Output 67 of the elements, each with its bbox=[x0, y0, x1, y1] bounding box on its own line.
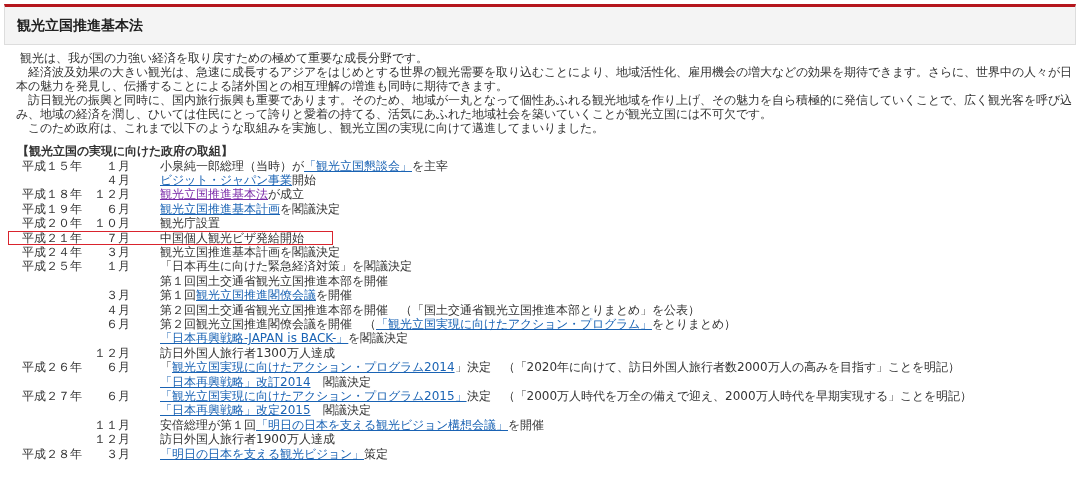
month-label: １月 bbox=[105, 159, 130, 173]
event-text: 第１回国土交通省観光立国推進本部を開催 bbox=[160, 274, 388, 288]
event-text: 第２回観光立国推進閣僚会議を開催 （「観光立国実現に向けたアクション・プログラム」をとりまとめ） bbox=[160, 318, 736, 331]
month-label: ６月 bbox=[105, 202, 130, 216]
event-link[interactable]: 「観光立国実現に向けたアクション・プログラム2015」 bbox=[160, 388, 467, 403]
event-text: 観光立国推進基本計画を閣議決定 bbox=[160, 246, 340, 260]
month-label: １月 bbox=[105, 260, 130, 274]
event-link[interactable]: 「観光立国懇談会」 bbox=[304, 158, 412, 173]
event-text: 観光立国推進基本法が成立 bbox=[160, 188, 304, 202]
event-link[interactable]: 「明日の日本を支える観光ビジョン構想会議」 bbox=[256, 417, 508, 432]
event-text: 安倍総理が第１回「明日の日本を支える観光ビジョン構想会議」を開催 bbox=[160, 418, 544, 432]
year-label: 平成１９年 bbox=[22, 202, 83, 216]
year-label: 平成２６年 bbox=[22, 361, 83, 375]
year-label: 平成２５年 bbox=[22, 260, 83, 274]
year-label: 平成２８年 bbox=[22, 447, 83, 461]
event-text: 訪日外国人旅行者1300万人達成 bbox=[160, 346, 335, 360]
month-label: ６月 bbox=[105, 389, 130, 403]
event-text: 小泉純一郎総理（当時）が「観光立国懇談会」を主宰 bbox=[160, 159, 448, 173]
event-text: 「日本再興戦略-JAPAN is BACK-」を閣議決定 bbox=[160, 332, 409, 346]
event-text: 「観光立国実現に向けたアクション・プログラム2014」決定 （「2020年に向けて、訪日外国人旅行者数2000万人の高みを目指す」ことを明記） bbox=[160, 361, 960, 375]
month-label: ６月 bbox=[105, 318, 130, 331]
month-label: １２月 bbox=[93, 433, 130, 447]
event-text: 第１回観光立国推進閣僚会議を開催 bbox=[160, 289, 352, 303]
month-label: ４月 bbox=[105, 303, 130, 317]
event-text: ビジット・ジャパン事業開始 bbox=[160, 174, 316, 188]
month-label: ３月 bbox=[105, 447, 130, 461]
event-text: 「日本再生に向けた緊急経済対策」を閣議決定 bbox=[160, 260, 412, 274]
year-label: 平成２７年 bbox=[22, 389, 83, 403]
month-label: １２月 bbox=[93, 346, 130, 360]
event-text: 「日本再興戦略」改訂2014 閣議決定 bbox=[160, 375, 371, 389]
month-label: ３月 bbox=[105, 289, 130, 303]
year-label: 平成２０年 bbox=[22, 217, 83, 231]
event-link[interactable]: 「日本再興戦略」改訂2014 bbox=[160, 374, 311, 389]
year-label: 平成２４年 bbox=[22, 246, 83, 260]
event-text: 「日本再興戦略」改定2015 閣議決定 bbox=[160, 404, 371, 418]
month-label: １２月 bbox=[93, 188, 130, 202]
event-link[interactable]: ビジット・ジャパン事業 bbox=[160, 173, 292, 188]
month-label: ６月 bbox=[105, 361, 130, 375]
event-link[interactable]: 「観光立国実現に向けたアクション・プログラム」 bbox=[376, 317, 652, 331]
month-label: １１月 bbox=[93, 418, 130, 432]
body-paragraph: 経済波及効果の大きい観光は、急速に成長するアジアをはじめとする世界の観光需要を取り込むことにより、地域活性化、雇用機会の増大などの効果を期待できます。さらに、世界中の人々が日本の魅力を発見し、伝播することによる諸外国との相互理解の増進も同時に期待できます。 bbox=[16, 65, 1073, 93]
event-link[interactable]: 観光立国推進閣僚会議 bbox=[196, 288, 316, 303]
event-text: 中国個人観光ビザ発給開始 bbox=[160, 231, 304, 245]
body-paragraph: 訪日観光の振興と同時に、国内旅行振興も重要であります。そのため、地域が一丸となって個性あふれる観光地域を作り上げ、その魅力を自ら積極的に発信していくことで、広く観光客を呼び込み、地域の経済を潤し、ひいては住民にとって誇りと愛着の持てる、活気にあふれた地域社会を築いていくことが観光立国には不可欠です。 bbox=[16, 93, 1073, 121]
event-text: 観光庁設置 bbox=[160, 217, 220, 231]
event-text: 「観光立国実現に向けたアクション・プログラム2015」決定 （「2000万人時代を万全の備えで迎え、2000万人時代を早期実現する」ことを明記） bbox=[160, 389, 972, 403]
month-label: ３月 bbox=[105, 246, 130, 260]
event-text: 観光立国推進基本計画を閣議決定 bbox=[160, 202, 340, 216]
event-link[interactable]: 「日本再興戦略」改定2015 bbox=[160, 403, 311, 418]
month-label: ７月 bbox=[105, 231, 130, 245]
month-label: １０月 bbox=[93, 217, 130, 231]
year-label: 平成１５年 bbox=[22, 159, 83, 173]
year-label: 平成１８年 bbox=[22, 188, 83, 202]
event-link[interactable]: 観光立国実現に向けたアクション・プログラム2014 bbox=[172, 360, 455, 375]
event-text: 「明日の日本を支える観光ビジョン」策定 bbox=[160, 447, 388, 461]
event-text: 第２回国土交通省観光立国推進本部を開催 （「国土交通省観光立国推進本部とりまとめ」を公表） bbox=[160, 303, 700, 317]
event-link[interactable]: 観光立国推進基本計画 bbox=[160, 201, 280, 216]
event-link[interactable]: 「日本再興戦略-JAPAN is BACK-」 bbox=[160, 331, 349, 346]
page-title: 観光立国推進基本法 bbox=[17, 16, 143, 35]
month-label: ４月 bbox=[105, 174, 130, 188]
body-paragraph: 観光は、我が国の力強い経済を取り戻すための極めて重要な成長分野です。 bbox=[18, 51, 429, 65]
event-link[interactable]: 「明日の日本を支える観光ビジョン」 bbox=[160, 446, 364, 461]
event-text: 訪日外国人旅行者1900万人達成 bbox=[160, 433, 335, 447]
event-link[interactable]: 観光立国推進基本法 bbox=[160, 187, 268, 202]
body-paragraph: このため政府は、これまで以下のような取組みを実施し、観光立国の実現に向けて邁進してまいりました。 bbox=[27, 121, 605, 135]
section-heading: 【観光立国の実現に向けた政府の取組】 bbox=[17, 144, 234, 158]
year-label: 平成２１年 bbox=[22, 231, 83, 245]
